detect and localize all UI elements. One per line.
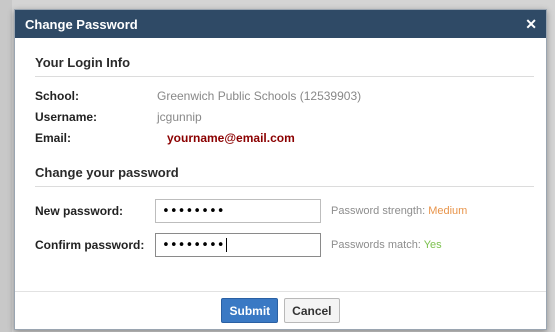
dialog-titlebar: Change Password ✕: [15, 10, 546, 38]
submit-button[interactable]: Submit: [221, 298, 279, 323]
password-strength-label: Password strength:: [331, 205, 429, 217]
school-label: School:: [35, 88, 79, 103]
text-caret: [225, 238, 227, 252]
password-strength-value: Medium: [428, 205, 468, 217]
page-backdrop-strip: [0, 0, 12, 332]
new-password-row: New password: •••••••• Password strength…: [35, 196, 534, 226]
cancel-button[interactable]: Cancel: [284, 298, 340, 323]
email-value: yourname@email.com: [167, 130, 295, 145]
email-label: Email:: [35, 130, 72, 145]
change-password-heading: Change your password: [35, 148, 534, 187]
confirm-password-label: Confirm password:: [35, 238, 145, 252]
dialog-body: Your Login Info School: Greenwich Public…: [15, 38, 546, 260]
passwords-match-hint: Passwords match: Yes: [331, 239, 442, 251]
school-row: School: Greenwich Public Schools (125399…: [35, 85, 534, 106]
dialog-title: Change Password: [25, 16, 138, 32]
login-info-heading: Your Login Info: [35, 38, 534, 77]
school-value: Greenwich Public Schools (12539903): [157, 88, 362, 103]
confirm-password-row: Confirm password: •••••••• Passwords mat…: [35, 230, 534, 260]
new-password-value: ••••••••: [162, 203, 225, 219]
username-label: Username:: [35, 109, 98, 124]
passwords-match-value: Yes: [423, 239, 442, 251]
dialog-footer: Submit Cancel: [15, 291, 546, 329]
username-value: jcgunnip: [157, 109, 202, 124]
password-strength-hint: Password strength: Medium: [331, 205, 467, 217]
passwords-match-label: Passwords match:: [331, 239, 424, 251]
change-password-dialog: Change Password ✕ Your Login Info School…: [14, 9, 547, 330]
new-password-label: New password:: [35, 204, 124, 218]
close-icon[interactable]: ✕: [525, 17, 537, 31]
confirm-password-input[interactable]: ••••••••: [155, 233, 321, 257]
username-row: Username: jcgunnip: [35, 106, 534, 127]
new-password-input[interactable]: ••••••••: [155, 199, 321, 223]
email-row: Email: yourname@email.com: [35, 127, 534, 148]
confirm-password-value: ••••••••: [162, 237, 225, 253]
